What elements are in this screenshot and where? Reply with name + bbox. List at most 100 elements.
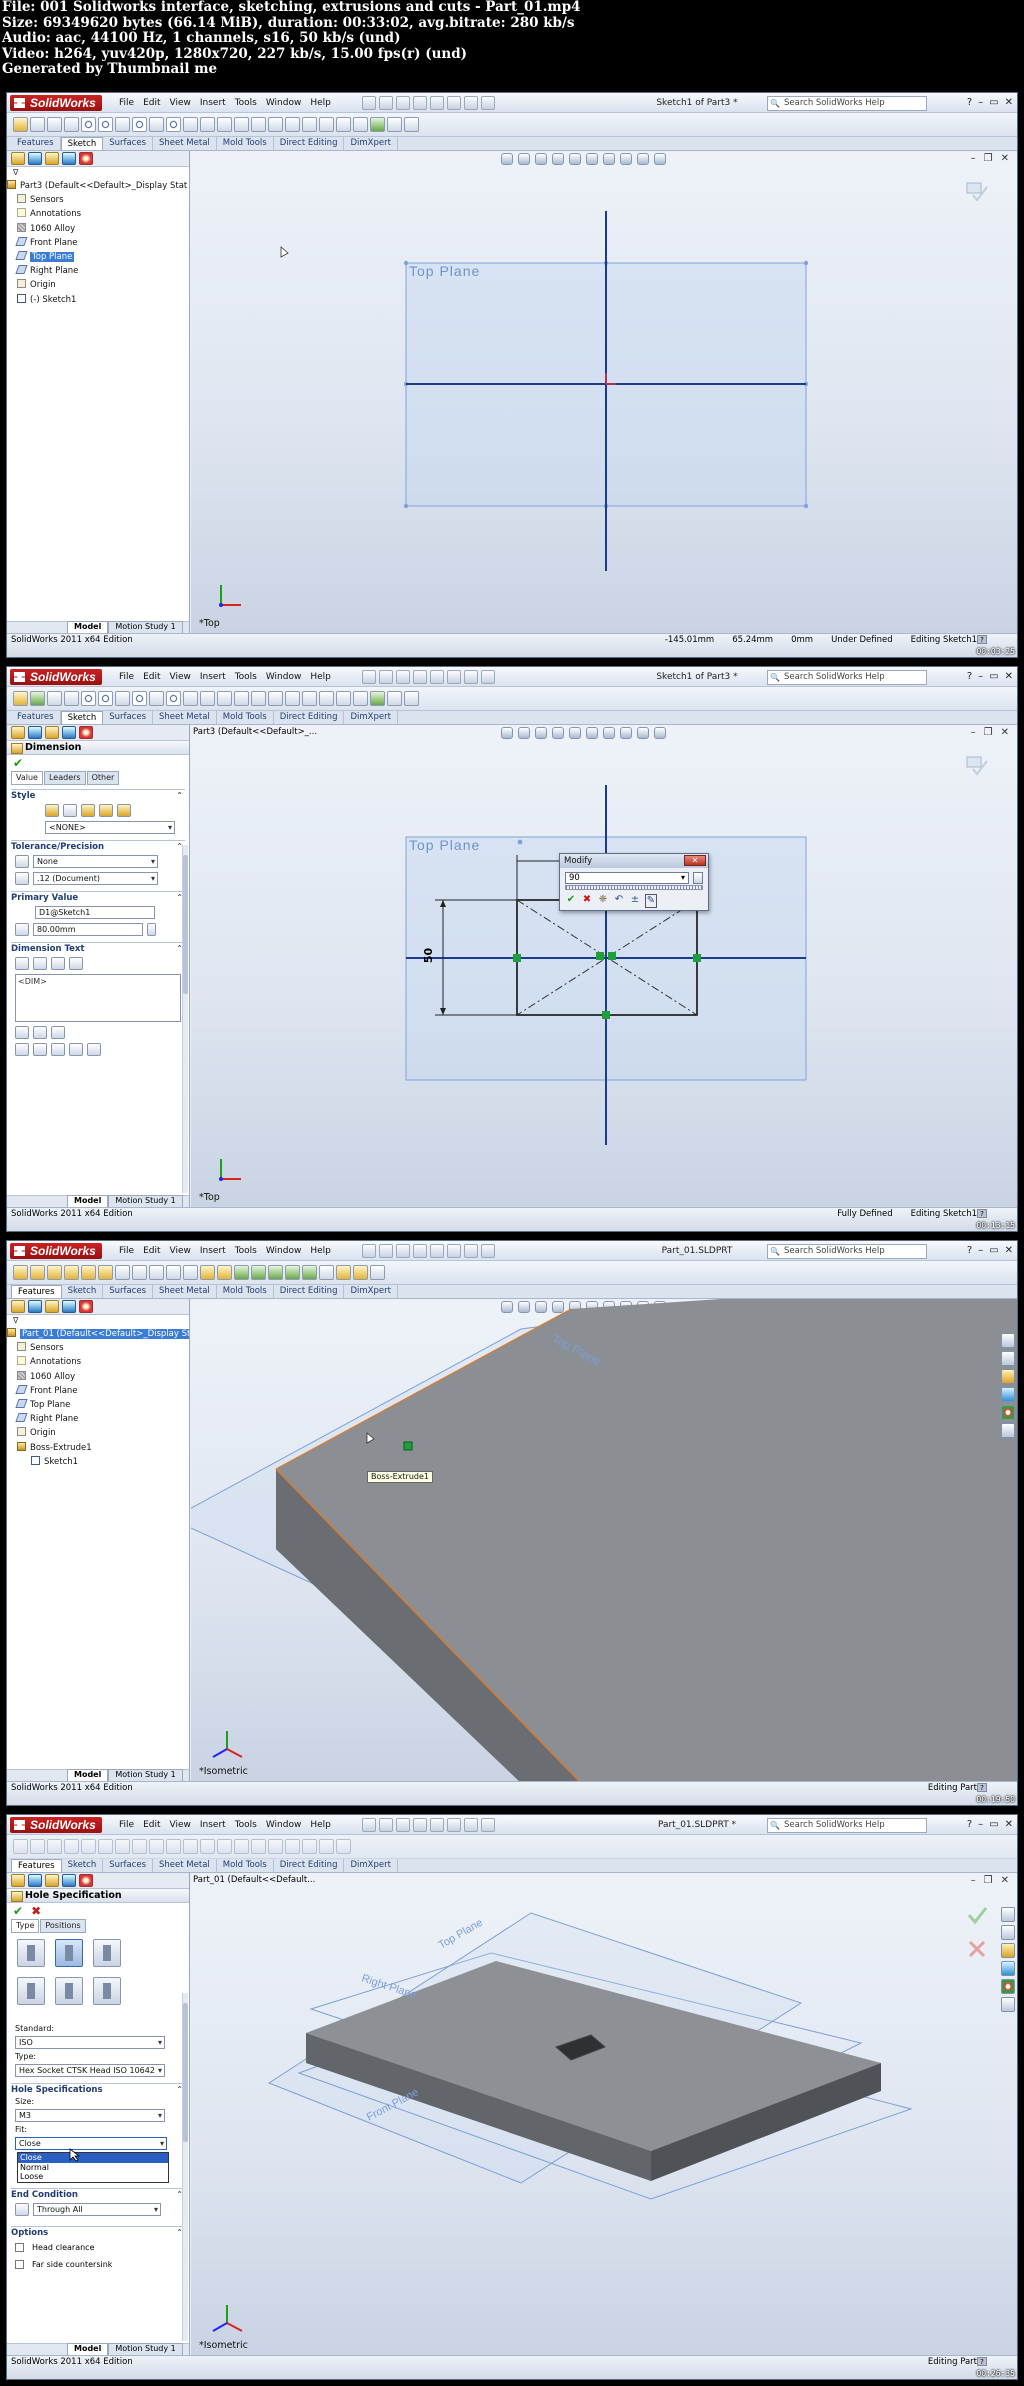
rectangle-icon[interactable] [64, 691, 79, 706]
graphics-area[interactable]: Part_01 (Default<<Default... – ❐ ✕ Top Pla… [191, 1873, 1017, 2355]
view-palette-icon[interactable] [1001, 1387, 1015, 1402]
tab-motion-study[interactable]: Motion Study 1 [108, 2343, 183, 2355]
open-icon[interactable] [379, 96, 393, 110]
tab-dimxpert[interactable]: DimXpert [344, 137, 398, 150]
configuration-manager-icon[interactable] [45, 726, 59, 739]
menu-window[interactable]: Window [266, 1244, 302, 1258]
counterbore-hole-icon[interactable] [17, 1939, 45, 1967]
display-manager-icon[interactable] [79, 1874, 93, 1887]
help-icon[interactable]: ? [967, 1818, 972, 1832]
appearances-icon[interactable] [1001, 1979, 1015, 1994]
pm-tab-positions[interactable]: Positions [40, 1919, 86, 1933]
swept-boss-icon[interactable] [47, 1265, 62, 1280]
feature-manager-icon[interactable] [11, 1874, 25, 1887]
value-spinner[interactable] [147, 923, 156, 936]
circle-icon[interactable] [98, 691, 113, 706]
tree-item-sensors[interactable]: Sensors [7, 193, 189, 207]
new-icon[interactable] [362, 96, 376, 110]
head-clearance-checkbox[interactable]: Head clearance [11, 2239, 185, 2256]
tab-mold-tools[interactable]: Mold Tools [217, 1285, 274, 1298]
menu-edit[interactable]: Edit [143, 96, 160, 110]
solidworks-logo[interactable]: SolidWorks [10, 95, 102, 111]
solidworks-logo[interactable]: SolidWorks [10, 1817, 102, 1833]
tab-sheet-metal[interactable]: Sheet Metal [153, 137, 217, 150]
degree-symbol-icon[interactable] [33, 1043, 47, 1056]
solidworks-logo[interactable]: SolidWorks [10, 669, 102, 685]
ellipse-icon[interactable] [166, 117, 181, 132]
tab-dimxpert[interactable]: DimXpert [344, 711, 398, 724]
menu-file[interactable]: File [119, 670, 134, 684]
tab-features[interactable]: Features [11, 711, 61, 724]
property-manager-icon[interactable] [28, 152, 42, 165]
tree-item-annotations[interactable]: Annotations [7, 207, 189, 221]
rebuild-icon[interactable] [464, 1818, 478, 1832]
group-primary-header[interactable]: Primary Value [11, 892, 185, 904]
tree-item-material[interactable]: 1060 Alloy [7, 1370, 189, 1384]
tolerance-select[interactable]: None [33, 855, 158, 868]
save-icon[interactable] [396, 1818, 410, 1832]
dimension-value-field[interactable]: 80.00mm [33, 923, 143, 936]
mirror-icon[interactable] [302, 117, 317, 132]
display-relations-icon[interactable] [353, 691, 368, 706]
dome-icon[interactable] [302, 1265, 317, 1280]
menu-help[interactable]: Help [310, 670, 331, 684]
polygon-icon[interactable] [132, 117, 147, 132]
smart-dimension-icon[interactable] [30, 691, 45, 706]
tab-mold-tools[interactable]: Mold Tools [217, 1859, 274, 1872]
select-icon[interactable] [447, 96, 461, 110]
text-more-icon[interactable] [69, 957, 83, 970]
plus-minus-symbol-icon[interactable] [51, 1043, 65, 1056]
style-update-icon[interactable] [81, 804, 95, 817]
menu-tools[interactable]: Tools [235, 1244, 257, 1258]
rapid-sketch-icon[interactable] [404, 691, 419, 706]
group-dimtext-header[interactable]: Dimension Text [11, 943, 185, 955]
fillet-icon[interactable] [183, 117, 198, 132]
tab-motion-study[interactable]: Motion Study 1 [108, 1195, 183, 1207]
design-library-icon[interactable] [1001, 1925, 1015, 1940]
style-select[interactable]: <NONE> [45, 821, 175, 834]
help-search-input[interactable]: Search SolidWorks Help [767, 96, 927, 111]
modify-value-input[interactable]: 90 [565, 872, 689, 884]
undo-icon[interactable] [430, 1244, 444, 1258]
arc-icon[interactable] [115, 691, 130, 706]
ok-check-icon[interactable]: ✔ [13, 757, 23, 769]
tab-motion-study[interactable]: Motion Study 1 [108, 621, 183, 633]
group-hole-spec-header[interactable]: Hole Specifications [11, 2084, 185, 2096]
tab-direct-editing[interactable]: Direct Editing [274, 1285, 345, 1298]
select-icon[interactable] [447, 1244, 461, 1258]
tree-item-material[interactable]: 1060 Alloy [7, 222, 189, 236]
spline-icon[interactable] [149, 117, 164, 132]
tab-model[interactable]: Model [67, 1769, 109, 1781]
more-symbols-icon[interactable] [87, 1043, 101, 1056]
close-icon[interactable]: ✕ [1005, 1244, 1013, 1258]
filter-icon[interactable]: ∇ [7, 1315, 189, 1327]
status-help-icon[interactable]: ? [977, 1209, 987, 1218]
pm-tab-other[interactable]: Other [86, 771, 120, 785]
precision-select[interactable]: .12 (Document) [33, 872, 158, 885]
tree-item-sketch1[interactable]: (-) Sketch1 [7, 293, 189, 307]
tab-sketch[interactable]: Sketch [62, 1859, 104, 1872]
polygon-icon[interactable] [132, 691, 147, 706]
fit-select[interactable]: Close [15, 2137, 167, 2150]
help-search-input[interactable]: Search SolidWorks Help [767, 670, 927, 685]
quick-snaps-icon[interactable] [387, 691, 402, 706]
convert-icon[interactable] [268, 691, 283, 706]
circle-icon[interactable] [98, 117, 113, 132]
tab-direct-editing[interactable]: Direct Editing [274, 137, 345, 150]
group-options-header[interactable]: Options [11, 2227, 185, 2239]
tree-item-origin[interactable]: Origin [7, 278, 189, 292]
configuration-manager-icon[interactable] [45, 1874, 59, 1887]
dimxpert-manager-icon[interactable] [62, 1300, 76, 1313]
help-search-input[interactable]: Search SolidWorks Help [767, 1244, 927, 1259]
tab-sheet-metal[interactable]: Sheet Metal [153, 1285, 217, 1298]
custom-properties-icon[interactable] [1001, 1423, 1015, 1438]
tab-model[interactable]: Model [67, 621, 109, 633]
menu-view[interactable]: View [170, 96, 191, 110]
status-help-icon[interactable]: ? [977, 635, 987, 644]
maximize-icon[interactable]: ▭ [989, 96, 998, 110]
instant3d-icon[interactable] [370, 1265, 385, 1280]
menu-edit[interactable]: Edit [143, 1818, 160, 1832]
ellipse-icon[interactable] [166, 691, 181, 706]
undo-icon[interactable] [430, 96, 444, 110]
tree-item-origin[interactable]: Origin [7, 1426, 189, 1440]
